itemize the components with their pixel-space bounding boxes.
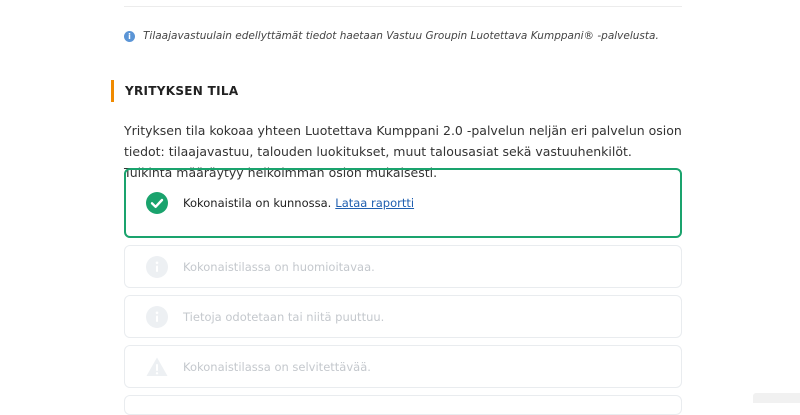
top-divider: [124, 6, 682, 7]
status-card-partial: [124, 395, 682, 415]
status-card-text: Kokonaistilassa on selvitettävää.: [183, 359, 371, 374]
warning-triangle-icon: [146, 356, 168, 378]
status-card-ok: Kokonaistila on kunnossa. Lataa raportti: [124, 168, 682, 238]
info-note-text: Tilaajavastuulain edellyttämät tiedot ha…: [143, 30, 659, 42]
status-card-text: Kokonaistilassa on huomioitavaa.: [183, 259, 375, 274]
scroll-to-top-tab[interactable]: [753, 393, 800, 403]
status-card-text: Tietoja odotetaan tai niitä puuttuu.: [183, 309, 385, 324]
section-heading: YRITYKSEN TILA: [111, 80, 238, 102]
section-title: YRITYKSEN TILA: [125, 84, 239, 98]
check-circle-icon: [146, 192, 168, 214]
info-note: i Tilaajavastuulain edellyttämät tiedot …: [124, 30, 684, 42]
status-card-warning: Kokonaistilassa on selvitettävää.: [124, 345, 682, 388]
accent-bar: [111, 80, 114, 102]
info-icon: i: [124, 30, 135, 42]
status-card-notice: Kokonaistilassa on huomioitavaa.: [124, 245, 682, 288]
info-circle-icon: [146, 305, 168, 328]
info-circle-icon: [146, 255, 168, 278]
status-card-text: Kokonaistila on kunnossa.: [183, 196, 332, 210]
status-card-missing: Tietoja odotetaan tai niitä puuttuu.: [124, 295, 682, 338]
download-report-link[interactable]: Lataa raportti: [335, 196, 414, 210]
